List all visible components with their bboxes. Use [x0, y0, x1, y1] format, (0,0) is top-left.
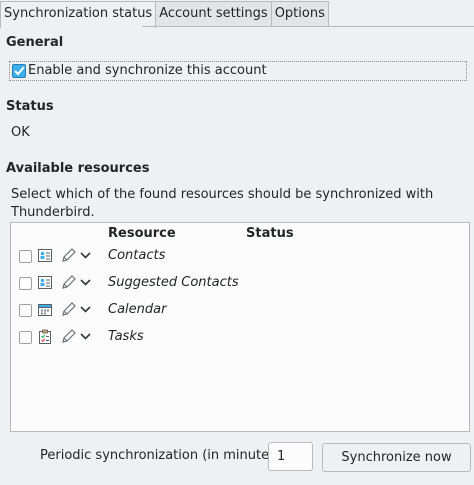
list-item[interactable]: Contacts [11, 246, 469, 270]
available-resources-heading: Available resources [6, 161, 150, 176]
pencil-icon[interactable] [61, 329, 76, 344]
calendar-icon [38, 304, 52, 316]
address-book-icon [38, 276, 52, 289]
resource-checkbox-contacts[interactable] [19, 250, 32, 263]
periodic-sync-label: Periodic synchronization (in minutes) [40, 448, 281, 463]
list-item[interactable]: Suggested Contacts [11, 273, 469, 297]
list-item[interactable]: Tasks [11, 327, 469, 351]
resources-description-line1: Select which of the found resources shou… [11, 187, 434, 202]
checkmark-icon [14, 66, 25, 76]
task-list-icon [39, 329, 51, 344]
pencil-icon[interactable] [61, 248, 76, 263]
resource-checkbox-tasks[interactable] [19, 331, 32, 344]
resource-name: Tasks [108, 329, 144, 344]
resource-name: Suggested Contacts [108, 275, 239, 290]
tab-synchronization-status[interactable]: Synchronization status [0, 1, 157, 28]
enable-sync-check-box[interactable] [12, 64, 26, 78]
tab-bar: Synchronization status Account settings … [0, 1, 329, 28]
chevron-down-icon[interactable] [80, 329, 91, 344]
column-header-status[interactable]: Status [246, 226, 294, 241]
status-value: OK [11, 125, 30, 140]
resource-name: Calendar [108, 302, 167, 317]
resource-checkbox-suggested-contacts[interactable] [19, 277, 32, 290]
list-item[interactable]: Calendar [11, 300, 469, 324]
synchronize-now-button[interactable]: Synchronize now [322, 443, 471, 472]
resource-checkbox-calendar[interactable] [19, 304, 32, 317]
tab-options[interactable]: Options [270, 1, 329, 27]
tab-divider [142, 26, 474, 27]
periodic-sync-interval-input[interactable]: 1 [268, 442, 313, 471]
chevron-down-icon[interactable] [80, 302, 91, 317]
chevron-down-icon[interactable] [80, 275, 91, 290]
enable-sync-checkbox[interactable]: Enable and synchronize this account [9, 61, 467, 81]
pencil-icon[interactable] [61, 302, 76, 317]
column-header-resource[interactable]: Resource [108, 226, 176, 241]
resources-description-line2: Thunderbird. [11, 205, 95, 220]
resource-name: Contacts [108, 248, 166, 263]
address-book-icon [38, 249, 52, 262]
pencil-icon[interactable] [61, 275, 76, 290]
status-heading: Status [6, 99, 54, 114]
tab-account-settings[interactable]: Account settings [155, 1, 272, 27]
general-heading: General [6, 35, 64, 50]
chevron-down-icon[interactable] [80, 248, 91, 263]
resources-list: Resource Status Contacts Suggested Conta… [10, 222, 470, 432]
enable-sync-label: Enable and synchronize this account [28, 63, 267, 78]
